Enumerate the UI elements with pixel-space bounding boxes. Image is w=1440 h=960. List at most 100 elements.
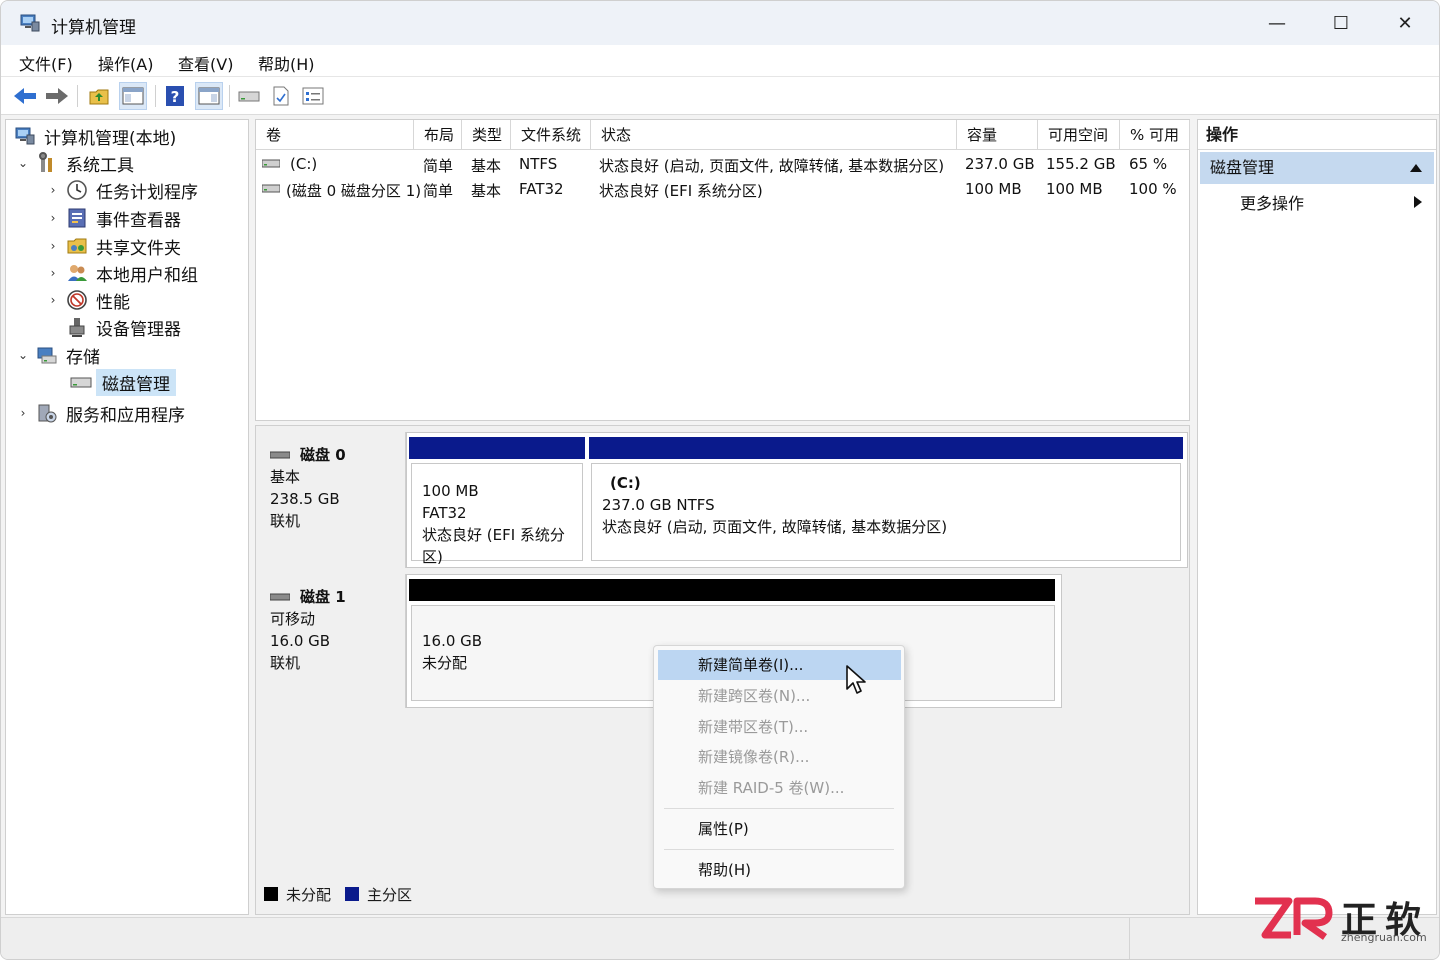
chevron-right-icon[interactable]: › xyxy=(46,266,60,280)
disk-properties-button[interactable] xyxy=(235,82,263,110)
tree-item-event-viewer[interactable]: › 事件查看器 xyxy=(46,205,181,231)
tree-item-device-manager[interactable]: 设备管理器 xyxy=(66,314,181,340)
chevron-right-icon[interactable]: › xyxy=(46,239,60,253)
column-header-volume[interactable]: 卷 xyxy=(256,120,414,150)
disk-1-type: 可移动 xyxy=(270,610,316,628)
maximize-button[interactable]: ☐ xyxy=(1309,1,1373,45)
legend-swatch-unallocated xyxy=(264,887,278,901)
partition-bar-primary xyxy=(409,437,585,459)
watermark: 正软 zhengruan.com xyxy=(1251,891,1439,947)
menu-new-mirrored-volume[interactable]: 新建镜像卷(R)... xyxy=(658,742,901,772)
menu-help[interactable]: 帮助(H) xyxy=(258,51,315,75)
column-header-type[interactable]: 类型 xyxy=(462,120,511,150)
volume-row[interactable]: (磁盘 0 磁盘分区 1) 简单 基本 FAT32 状态良好 (EFI 系统分区… xyxy=(256,177,1189,203)
volume-type: 基本 xyxy=(471,157,502,175)
volume-name: (C:) xyxy=(290,155,318,173)
menu-help-item[interactable]: 帮助(H) xyxy=(658,855,901,885)
column-header-percent-free[interactable]: % 可用 xyxy=(1120,120,1190,150)
chevron-right-icon[interactable]: › xyxy=(46,211,60,225)
menu-new-raid5-volume[interactable]: 新建 RAID-5 卷(W)... xyxy=(658,773,901,803)
disk-1-name-row: 磁盘 1 xyxy=(270,586,405,608)
disk-icon xyxy=(270,593,290,601)
partition-efi[interactable]: 100 MB FAT32 状态良好 (EFI 系统分区) xyxy=(411,463,583,566)
column-header-status[interactable]: 状态 xyxy=(591,120,957,150)
menu-file[interactable]: 文件(F) xyxy=(19,51,73,75)
actions-pane: 操作 磁盘管理 更多操作 xyxy=(1197,119,1437,915)
watermark-brand-en: zhengruan.com xyxy=(1341,931,1427,944)
partition-c[interactable]: (C:) 237.0 GB NTFS 状态良好 (启动, 页面文件, 故障转储,… xyxy=(591,463,1181,561)
disk-0-label[interactable]: 磁盘 0 基本 238.5 GB 联机 xyxy=(256,432,406,568)
arrow-right-icon xyxy=(46,88,68,104)
minimize-button[interactable]: — xyxy=(1245,1,1309,45)
volume-name: (磁盘 0 磁盘分区 1) xyxy=(286,182,422,200)
chevron-down-icon[interactable]: ⌄ xyxy=(16,348,30,362)
back-button[interactable] xyxy=(11,82,39,110)
menu-new-striped-volume[interactable]: 新建带区卷(T)... xyxy=(658,712,901,742)
disk-0-map: 100 MB FAT32 状态良好 (EFI 系统分区) (C:) 237.0 … xyxy=(406,432,1188,568)
column-header-layout[interactable]: 布局 xyxy=(414,120,462,150)
menu-action[interactable]: 操作(A) xyxy=(98,51,153,75)
volume-status: 状态良好 (EFI 系统分区) xyxy=(599,182,763,200)
tree-item-storage[interactable]: ⌄ 存储 xyxy=(16,342,100,368)
console-tree-icon xyxy=(122,87,144,105)
chevron-right-icon[interactable]: › xyxy=(46,183,60,197)
tree-item-performance[interactable]: › 性能 xyxy=(46,287,130,313)
computer-management-icon xyxy=(20,14,40,32)
tree-item-system-tools[interactable]: ⌄ 系统工具 xyxy=(16,150,134,176)
volume-row[interactable]: (C:) 简单 基本 NTFS 状态良好 (启动, 页面文件, 故障转储, 基本… xyxy=(256,152,1189,178)
tree-label: 设备管理器 xyxy=(96,319,181,340)
mouse-cursor-icon xyxy=(846,665,866,694)
actions-group-disk-management[interactable]: 磁盘管理 xyxy=(1200,152,1434,184)
menu-view[interactable]: 查看(V) xyxy=(178,51,233,75)
tree-item-services-apps[interactable]: › 服务和应用程序 xyxy=(16,400,185,426)
menu-bar: 文件(F) 操作(A) 查看(V) 帮助(H) xyxy=(1,45,1439,77)
disk-1-label[interactable]: 磁盘 1 可移动 16.0 GB 联机 xyxy=(256,574,406,708)
tree-item-root[interactable]: 计算机管理(本地) xyxy=(14,123,176,149)
more-actions-label: 更多操作 xyxy=(1240,194,1305,213)
volume-percent-free: 65 % xyxy=(1129,155,1168,173)
chevron-right-icon[interactable]: › xyxy=(46,293,60,307)
computer-icon xyxy=(14,125,36,147)
actions-group-label: 磁盘管理 xyxy=(1210,158,1275,177)
triangle-up-icon xyxy=(1410,164,1422,172)
forward-button[interactable] xyxy=(43,82,71,110)
volume-filesystem: NTFS xyxy=(519,155,558,173)
tree-label: 计算机管理(本地) xyxy=(44,128,177,149)
tree-item-local-users[interactable]: › 本地用户和组 xyxy=(46,260,198,286)
tree-item-disk-management[interactable]: 磁盘管理 xyxy=(70,368,176,396)
show-hide-tree-button[interactable] xyxy=(119,82,147,110)
disk-0-name-row: 磁盘 0 xyxy=(270,444,405,466)
folder-up-icon xyxy=(89,89,109,105)
performance-icon xyxy=(66,289,88,311)
more-actions-item[interactable]: 更多操作 xyxy=(1240,190,1304,214)
legend-unallocated: 未分配 xyxy=(286,885,332,904)
tree-item-task-scheduler[interactable]: › 任务计划程序 xyxy=(46,177,198,203)
tree-label: 系统工具 xyxy=(66,155,134,176)
partition-filesystem: FAT32 xyxy=(422,504,467,522)
tree-label: 磁盘管理 xyxy=(96,368,176,396)
chevron-down-icon[interactable]: ⌄ xyxy=(16,156,30,170)
column-header-free-space[interactable]: 可用空间 xyxy=(1038,120,1120,150)
volume-capacity: 100 MB xyxy=(965,180,1022,198)
device-manager-icon xyxy=(66,316,88,338)
event-log-icon xyxy=(66,207,88,229)
list-view-button[interactable] xyxy=(299,82,327,110)
show-hide-action-pane-button[interactable] xyxy=(195,82,223,110)
column-header-filesystem[interactable]: 文件系统 xyxy=(511,120,591,150)
menu-separator xyxy=(664,849,894,850)
computer-management-window: 计算机管理 — ☐ ✕ 文件(F) 操作(A) 查看(V) 帮助(H) ? 计算… xyxy=(0,0,1440,960)
tree-item-shared-folders[interactable]: › 共享文件夹 xyxy=(46,233,181,259)
close-button[interactable]: ✕ xyxy=(1373,1,1437,45)
up-level-button[interactable] xyxy=(85,82,113,110)
partition-status: 状态良好 (EFI 系统分区) xyxy=(422,526,565,566)
volume-layout: 简单 xyxy=(423,182,454,200)
disk-0-size: 238.5 GB xyxy=(270,490,340,508)
help-button[interactable]: ? xyxy=(161,82,189,110)
storage-icon xyxy=(36,344,58,366)
chevron-right-icon[interactable]: › xyxy=(16,406,30,420)
rescan-button[interactable] xyxy=(267,82,295,110)
tree-label: 事件查看器 xyxy=(96,210,181,231)
column-header-capacity[interactable]: 容量 xyxy=(957,120,1038,150)
menu-properties[interactable]: 属性(P) xyxy=(658,814,901,844)
window-title: 计算机管理 xyxy=(51,18,136,38)
